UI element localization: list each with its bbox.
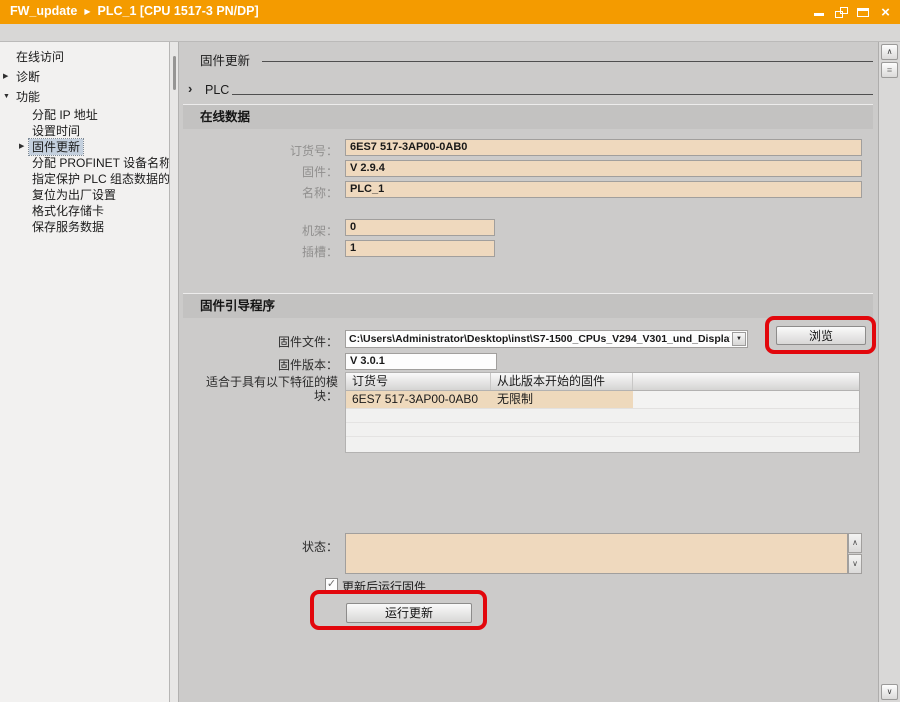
firmware-update-panel: 固件更新 › PLC 在线数据 订货号： 6ES7 517-3AP00-0AB0… (179, 42, 878, 702)
chevron-down-icon: ∨ (887, 687, 893, 696)
tree-item-diagnostics[interactable]: ▶诊断 (0, 67, 169, 87)
browse-button[interactable]: 浏览 (776, 326, 866, 345)
spin-up-button[interactable]: ∧ (848, 533, 862, 553)
firmware-loader-header: 固件引导程序 (183, 293, 873, 318)
name-label: 名称： (185, 184, 338, 201)
article-number-label: 订货号： (185, 142, 338, 159)
chevron-up-icon: ∧ (887, 47, 893, 56)
firmware-version-field: V 3.0.1 (345, 353, 497, 370)
slot-field: 1 (345, 240, 495, 257)
status-scroll-buttons: ∧ ∨ (848, 533, 862, 574)
combo-dropdown-button[interactable]: ▼ (732, 332, 746, 346)
firmware-version-online-field: V 2.9.4 (345, 160, 862, 177)
expanded-icon[interactable]: ▼ (3, 87, 10, 107)
table-row-empty (346, 437, 859, 451)
tree-item-online-access[interactable]: 在线访问 (0, 47, 169, 67)
rule (232, 94, 873, 95)
tree-item-assign-profinet-name[interactable]: 分配 PROFINET 设备名称 (0, 155, 169, 171)
panel-splitter[interactable] (170, 42, 179, 702)
firmware-file-label: 固件文件： (185, 333, 338, 350)
tree-item-assign-ip[interactable]: 分配 IP 地址 (0, 107, 169, 123)
run-update-button[interactable]: 运行更新 (346, 603, 472, 623)
status-label: 状态： (185, 538, 338, 555)
online-data-header: 在线数据 (183, 104, 873, 129)
tree-item-functions[interactable]: ▼功能 (0, 87, 169, 107)
tree-item-factory-reset[interactable]: 复位为出厂设置 (0, 187, 169, 203)
suitable-modules-label-line2: 块： (185, 387, 338, 404)
breadcrumb-arrow-icon: ▶ (84, 7, 90, 16)
restore-button[interactable] (835, 6, 848, 19)
article-number-field: 6ES7 517-3AP00-0AB0 (345, 139, 862, 156)
scroll-thumb[interactable]: ≡ (881, 62, 898, 78)
vertical-scrollbar[interactable]: ∧ ≡ ∨ (878, 42, 900, 702)
check-icon: ✓ (327, 578, 336, 590)
tree-item-format-memory-card[interactable]: 格式化存储卡 (0, 203, 169, 219)
table-header-row: 订货号 从此版本开始的固件 (346, 373, 859, 391)
tree-item-save-service-data[interactable]: 保存服务数据 (0, 219, 169, 235)
spin-down-button[interactable]: ∨ (848, 554, 862, 574)
maximize-button[interactable] (857, 6, 870, 19)
slot-label: 插槽： (185, 243, 338, 260)
breadcrumb: FW_update ▶ PLC_1 [CPU 1517-3 PN/DP] (10, 4, 259, 18)
annotation-box-run-update: 运行更新 (310, 590, 487, 630)
close-button[interactable]: × (879, 6, 892, 19)
grip-icon: ≡ (887, 65, 892, 75)
firmware-file-combobox[interactable]: C:\Users\Administrator\Desktop\inst\S7-1… (345, 330, 748, 348)
firmware-version-label: 固件版本： (185, 356, 338, 373)
collapsed-icon[interactable]: ▶ (19, 139, 24, 155)
annotation-box-browse: 浏览 (765, 316, 876, 354)
scroll-up-button[interactable]: ∧ (881, 44, 898, 60)
table-row[interactable]: 6ES7 517-3AP00-0AB0 无限制 (346, 391, 859, 409)
chevron-up-icon: ∧ (852, 538, 858, 547)
table-row-empty (346, 409, 859, 423)
subsection-arrow-icon[interactable]: › (188, 81, 192, 96)
device-title: PLC_1 [CPU 1517-3 PN/DP] (98, 4, 259, 18)
table-row-empty (346, 423, 859, 437)
toolbar-strip (0, 24, 900, 42)
rule (262, 61, 873, 62)
modules-table: 订货号 从此版本开始的固件 6ES7 517-3AP00-0AB0 无限制 (345, 372, 860, 453)
app-title: FW_update (10, 4, 77, 18)
name-field: PLC_1 (345, 181, 862, 198)
col-empty (633, 373, 859, 390)
online-diagnostics-window: FW_update ▶ PLC_1 [CPU 1517-3 PN/DP] × 在线访… (0, 0, 900, 702)
tree-item-firmware-update[interactable]: ▶固件更新 (0, 139, 169, 155)
scroll-down-button[interactable]: ∨ (881, 684, 898, 700)
chevron-down-icon: ▼ (736, 336, 742, 342)
firmware-file-path: C:\Users\Administrator\Desktop\inst\S7-1… (349, 333, 730, 345)
page-title: 固件更新 (200, 50, 250, 69)
tree-item-assign-password[interactable]: 指定保护 PLC 组态数据的密码 (0, 171, 169, 187)
splitter-grip-icon (173, 56, 176, 90)
function-tree: 在线访问 ▶诊断 ▼功能 分配 IP 地址 设置时间 ▶固件更新 分配 PROF… (0, 42, 170, 702)
col-article-number[interactable]: 订货号 (346, 373, 491, 390)
rack-field: 0 (345, 219, 495, 236)
collapsed-icon[interactable]: ▶ (3, 67, 8, 87)
rack-label: 机架： (185, 222, 338, 239)
plc-subsection-title: PLC (205, 83, 229, 97)
firmware-version-online-label: 固件： (185, 163, 338, 180)
chevron-down-icon: ∨ (852, 559, 858, 568)
col-firmware-from[interactable]: 从此版本开始的固件 (491, 373, 633, 390)
minimize-button[interactable] (813, 6, 826, 19)
titlebar: FW_update ▶ PLC_1 [CPU 1517-3 PN/DP] × (0, 0, 900, 24)
tree-item-set-time[interactable]: 设置时间 (0, 123, 169, 139)
status-box (345, 533, 848, 574)
